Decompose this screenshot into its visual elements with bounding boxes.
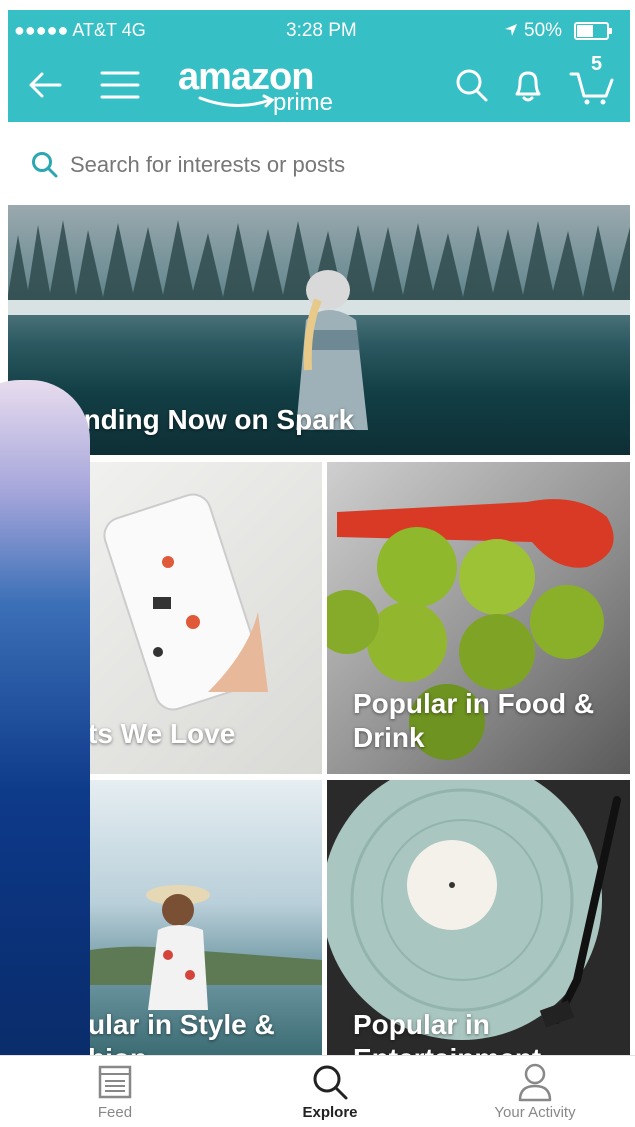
bottom-tab-bar: Feed Explore Your Activity (0, 1055, 635, 1127)
top-nav-bar: amazon prime 5 (8, 50, 630, 122)
tile-label: Popular in Food & Drink (353, 688, 595, 753)
smile-arrow-icon (198, 94, 275, 108)
clock: 3:28 PM (286, 20, 357, 41)
tab-feed[interactable]: Feed (60, 1056, 170, 1127)
spark-explore-screen: ●●●●● AT&T 4G 3:28 PM 50% amazon prime 5… (0, 0, 635, 1127)
search-icon (313, 1065, 348, 1100)
person-icon (518, 1063, 552, 1102)
battery-percent: 50% (524, 20, 563, 41)
tab-label: Your Activity (494, 1104, 576, 1121)
bell-icon[interactable] (508, 64, 548, 106)
phone-case-image (103, 493, 268, 711)
tile-food-drink[interactable]: Popular in Food & Drink (327, 462, 630, 774)
hamburger-icon[interactable] (98, 64, 142, 106)
location-arrow-icon (505, 24, 517, 36)
logo-prime-label: prime (273, 89, 334, 116)
tile-label: Popular in Entertainment (353, 1009, 541, 1055)
tile-entertainment[interactable]: Popular in Entertainment (327, 780, 630, 1055)
finger-overlay (0, 380, 90, 1127)
cart-count-badge: 5 (591, 53, 603, 75)
tab-explore[interactable]: Explore (270, 1056, 390, 1127)
tile-label: ular in Style & hion (88, 1009, 275, 1055)
tab-label: Explore (302, 1104, 358, 1121)
search-bar[interactable] (30, 148, 610, 182)
tile-label: ts We Love (88, 718, 236, 749)
search-input[interactable] (70, 148, 590, 182)
search-icon[interactable] (452, 64, 492, 106)
tab-your-activity[interactable]: Your Activity (470, 1056, 600, 1127)
battery-icon (574, 22, 612, 40)
search-icon (32, 152, 58, 178)
amazon-prime-logo: amazon prime (178, 56, 353, 116)
tile-label: ending Now on Spark (68, 404, 355, 435)
tab-label: Feed (97, 1104, 133, 1121)
status-bar: ●●●●● AT&T 4G 3:28 PM 50% (8, 10, 630, 50)
feed-icon (98, 1065, 132, 1099)
carrier-signal: ●●●●● AT&T 4G (14, 20, 146, 40)
tile-trending[interactable]: ending Now on Spark (8, 205, 630, 455)
back-arrow-icon[interactable] (24, 64, 66, 106)
